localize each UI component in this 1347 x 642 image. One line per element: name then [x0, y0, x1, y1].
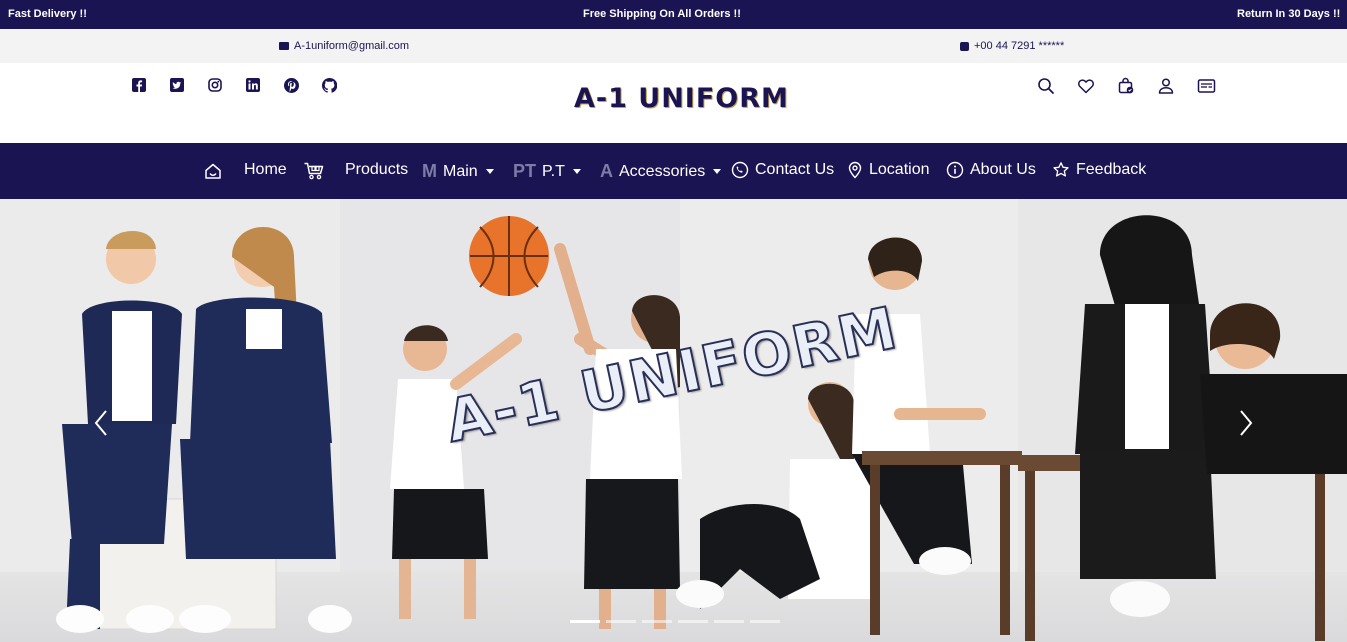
nav-products[interactable]: Products [345, 161, 408, 179]
info-icon [946, 161, 964, 179]
carousel-indicators [570, 620, 780, 623]
nav-location-label: Location [869, 161, 930, 178]
nav-pt-dropdown[interactable]: PT P.T [513, 161, 581, 182]
phone-circle-icon [731, 161, 749, 179]
chevron-down-icon [713, 169, 722, 174]
carousel-dot[interactable] [714, 620, 744, 623]
email-text: A-1uniform@gmail.com [294, 40, 410, 52]
hero-photo [56, 215, 1347, 641]
nav-home-label: Home [244, 161, 287, 178]
header-tools [1036, 76, 1216, 96]
nav-main-label: Main [443, 162, 478, 180]
social-links [130, 76, 338, 94]
nav-products-label: Products [345, 161, 409, 178]
chevron-down-icon [485, 169, 494, 174]
main-nav: Home Products M Main PT P.T A Accessorie… [0, 143, 1347, 199]
carousel-dot[interactable] [606, 620, 636, 623]
carousel-dot[interactable] [678, 620, 708, 623]
location-pin-icon [848, 161, 862, 179]
promo-returns: Return In 30 Days !! [1237, 8, 1341, 20]
card-icon[interactable] [1196, 76, 1216, 96]
main-glyph-icon: M [422, 161, 437, 181]
nav-home[interactable]: Home [244, 161, 287, 179]
carousel-dot[interactable] [750, 620, 780, 623]
heart-icon[interactable] [1076, 76, 1096, 96]
brand-logo[interactable]: A-1 UNIFORM [574, 83, 789, 114]
promo-fast-delivery: Fast Delivery !! [8, 8, 87, 20]
facebook-icon[interactable] [130, 76, 148, 94]
carousel-prev-button[interactable] [90, 404, 110, 440]
pinterest-icon[interactable] [282, 76, 300, 94]
instagram-icon[interactable] [206, 76, 224, 94]
nav-contact[interactable]: Contact Us [731, 161, 834, 179]
envelope-icon [279, 42, 289, 50]
nav-pt-label: P.T [542, 162, 565, 180]
pt-glyph-icon: PT [513, 161, 537, 181]
nav-feedback-label: Feedback [1076, 161, 1147, 178]
carousel-next-button[interactable] [1236, 404, 1256, 440]
accessories-glyph-icon: A [600, 161, 613, 181]
nav-about-label: About Us [970, 161, 1036, 178]
user-icon[interactable] [1156, 76, 1176, 96]
site-header: A-1 UNIFORM [0, 63, 1347, 143]
nav-feedback[interactable]: Feedback [1052, 161, 1146, 179]
email-contact[interactable]: A-1uniform@gmail.com [279, 40, 409, 52]
cart-icon[interactable] [1116, 76, 1136, 96]
phone-text: +00 44 7291 ****** [974, 40, 1065, 52]
nav-main-dropdown[interactable]: M Main [422, 161, 494, 182]
products-icon[interactable] [303, 161, 325, 181]
phone-icon [960, 41, 969, 51]
nav-accessories-dropdown[interactable]: A Accessories [600, 161, 722, 182]
twitter-icon[interactable] [168, 76, 186, 94]
contact-bar: A-1uniform@gmail.com +00 44 7291 ****** [0, 29, 1347, 63]
phone-contact[interactable]: +00 44 7291 ****** [960, 40, 1064, 52]
promo-free-shipping: Free Shipping On All Orders !! [583, 8, 741, 20]
promo-bar: Fast Delivery !! Free Shipping On All Or… [0, 0, 1347, 29]
carousel-dot[interactable] [642, 620, 672, 623]
carousel-dot[interactable] [570, 620, 600, 623]
chevron-down-icon [572, 169, 581, 174]
star-icon [1053, 162, 1069, 177]
nav-contact-label: Contact Us [755, 161, 835, 178]
linkedin-icon[interactable] [244, 76, 262, 94]
nav-accessories-label: Accessories [619, 162, 706, 180]
nav-location[interactable]: Location [847, 161, 930, 179]
home-icon[interactable] [203, 161, 223, 181]
nav-about[interactable]: About Us [946, 161, 1036, 179]
search-icon[interactable] [1036, 76, 1056, 96]
github-icon[interactable] [320, 76, 338, 94]
hero-carousel[interactable]: A-1 UNIFORM [0, 199, 1347, 642]
